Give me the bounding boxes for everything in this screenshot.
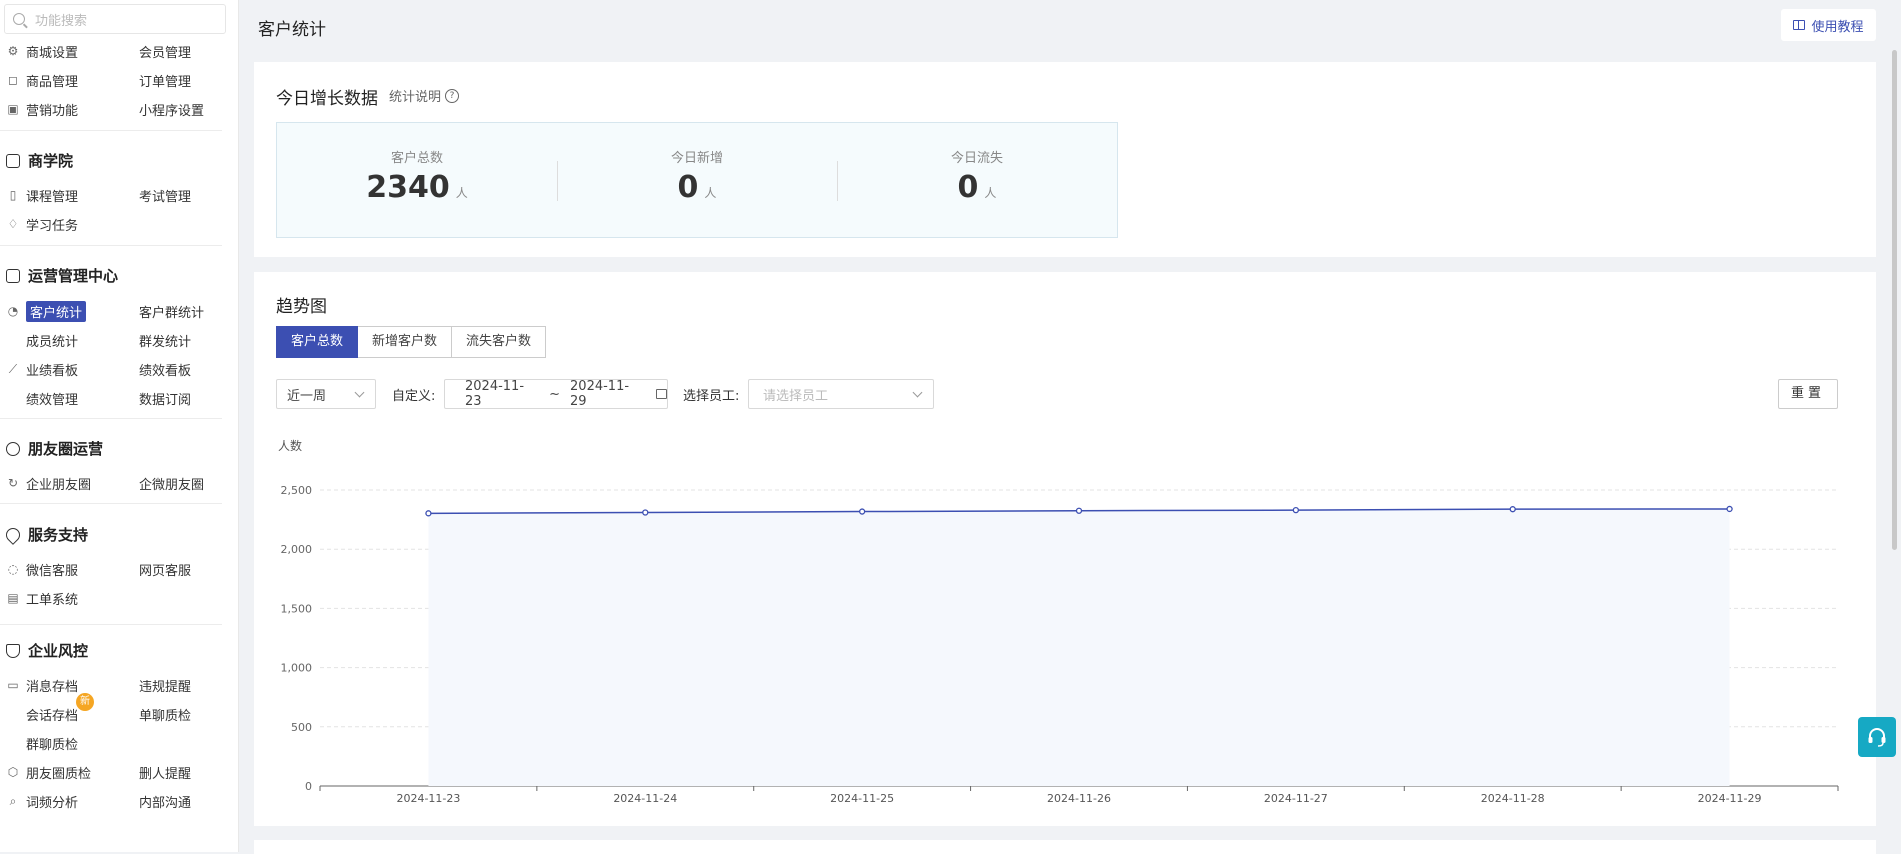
sidebar-item-group-chat-qa[interactable]: 群聊质检	[26, 733, 78, 753]
sidebar-item-delete-alert[interactable]: 删人提醒	[139, 762, 191, 782]
page-title: 客户统计	[258, 20, 326, 40]
sidebar-item-member[interactable]: 会员管理	[139, 41, 191, 61]
sidebar-item-product[interactable]: ◻ 商品管理	[6, 70, 78, 90]
sidebar-item-single-chat-qa[interactable]: 单聊质检	[139, 704, 191, 724]
sidebar-item-customer-stats[interactable]: ◔ 客户统计	[6, 300, 87, 322]
search-small-icon: ⌕	[9, 793, 17, 808]
sliders-icon	[6, 268, 20, 283]
sidebar-item-word-freq[interactable]: ⌕ 词频分析	[6, 791, 78, 811]
sidebar-item-mall-settings[interactable]: ⚙ 商城设置	[6, 41, 78, 61]
chat-icon: ◌	[7, 562, 19, 576]
sidebar-item-performance-board[interactable]: ⟋ 业绩看板	[6, 359, 78, 379]
refresh-icon: ↻	[7, 476, 19, 490]
sidebar-item-study-task[interactable]: ♢ 学习任务	[6, 214, 78, 234]
aperture-icon	[6, 441, 20, 456]
x-tick-label: 2024-11-26	[1047, 792, 1111, 805]
x-tick-label: 2024-11-27	[1264, 792, 1328, 805]
data-point	[425, 510, 432, 517]
sidebar-item-course[interactable]: ▯ 课程管理	[6, 185, 78, 205]
data-point	[858, 508, 866, 515]
sidebar-item-kpi-board[interactable]: 绩效看板	[139, 359, 191, 379]
sidebar-item-kpi-manage[interactable]: 绩效管理	[26, 388, 78, 408]
sidebar-item-group-stats[interactable]: 客户群统计	[139, 301, 204, 321]
sidebar-item-subscription[interactable]: 数据订阅	[139, 388, 191, 408]
sidebar-item-marketing[interactable]: ▣ 营销功能	[6, 99, 78, 119]
data-point	[1509, 506, 1516, 513]
sidebar-item-internal[interactable]: 内部沟通	[139, 791, 191, 811]
book-icon	[1793, 20, 1806, 30]
x-tick-label: 2024-11-29	[1698, 792, 1762, 805]
today-stats-box: 客户总数 2340 人 今日新增 0人 今日流失 0人	[276, 122, 1118, 238]
stat-total: 客户总数 2340 人	[366, 151, 468, 205]
next-card	[254, 840, 1876, 854]
stats-explain-link[interactable]: 统计说明?	[389, 86, 460, 105]
group-title-operations: 运营管理中心	[6, 265, 118, 286]
series-area	[428, 508, 1730, 786]
sidebar: 功能搜索 ⚙ 商城设置 会员管理 ◻ 商品管理 订单管理 ▣ 营销功能 小程序设置 商…	[0, 0, 239, 852]
sidebar-item-mass-stats[interactable]: 群发统计	[139, 330, 191, 350]
x-tick-label: 2024-11-28	[1481, 792, 1545, 805]
customer-support-button[interactable]	[1858, 717, 1896, 757]
search-icon	[13, 13, 25, 25]
y-tick-label: 2,000	[281, 543, 313, 556]
sidebar-item-wechat-service[interactable]: ◌ 微信客服	[6, 559, 78, 579]
group-title-risk: 企业风控	[6, 640, 88, 661]
doc-icon: ▭	[7, 678, 19, 692]
search-placeholder: 功能搜索	[35, 13, 88, 29]
shield-small-icon: ⬡	[7, 765, 19, 779]
group-title-academy: 商学院	[6, 150, 73, 171]
ticket-icon: ▤	[7, 591, 19, 605]
gear-icon: ⚙	[7, 44, 19, 58]
line-chart-icon: ⟋	[8, 361, 18, 376]
data-point	[1292, 506, 1300, 514]
question-icon: ?	[445, 88, 460, 103]
pie-icon: ◔	[7, 304, 19, 318]
sidebar-item-violation[interactable]: 违规提醒	[139, 675, 191, 695]
data-point	[1726, 505, 1733, 513]
x-tick-label: 2024-11-25	[830, 792, 894, 805]
trend-card: 趋势图 客户总数 新增客户数 流失客户数 近一周 自定义: 2024-11-23…	[254, 272, 1876, 826]
heart-icon	[3, 524, 23, 545]
stat-lost: 今日流失 0人	[950, 151, 1003, 205]
today-title: 今日增长数据	[276, 89, 378, 109]
group-title-service: 服务支持	[3, 524, 88, 545]
y-tick-label: 1,000	[281, 662, 313, 675]
y-tick-label: 0	[305, 780, 312, 793]
headset-icon	[1868, 728, 1886, 747]
shield-icon	[6, 643, 20, 658]
file-icon: ▯	[9, 188, 17, 202]
sidebar-item-member-stats[interactable]: 成员统计	[26, 330, 78, 350]
stat-new: 今日新增 0人	[670, 151, 723, 205]
sidebar-item-order[interactable]: 订单管理	[139, 70, 191, 90]
sidebar-item-enterprise-moments[interactable]: ↻ 企业朋友圈	[6, 473, 91, 493]
y-tick-label: 2,500	[281, 484, 313, 497]
x-tick-label: 2024-11-24	[613, 792, 677, 805]
help-tutorial-button[interactable]: 使用教程	[1781, 9, 1876, 41]
data-point	[642, 509, 649, 516]
trend-chart: 人数 0 500 1,000 1,500 2,000 2,500 2024-11-23 2024…	[278, 438, 1839, 805]
gift-icon: ▣	[7, 102, 19, 116]
group-title-moments: 朋友圈运营	[6, 438, 103, 459]
sidebar-item-web-service[interactable]: 网页客服	[139, 559, 191, 579]
y-tick-label: 1,500	[281, 602, 313, 615]
y-axis-label: 人数	[278, 438, 302, 453]
sidebar-item-ticket[interactable]: ▤ 工单系统	[6, 588, 78, 608]
search-input[interactable]: 功能搜索	[4, 4, 226, 34]
sidebar-item-wecom-moments[interactable]: 企微朋友圈	[139, 473, 204, 493]
x-tick-label: 2024-11-23	[396, 792, 460, 805]
sidebar-item-miniprogram[interactable]: 小程序设置	[139, 99, 204, 119]
sidebar-item-msg-archive[interactable]: ▭ 消息存档	[6, 675, 78, 695]
sidebar-item-session-archive[interactable]: 会话存档	[26, 704, 78, 724]
bag-icon: ◻	[8, 73, 18, 87]
y-tick-label: 500	[291, 721, 312, 734]
sidebar-item-exam[interactable]: 考试管理	[139, 185, 191, 205]
sidebar-item-moments-qa[interactable]: ⬡ 朋友圈质检	[6, 762, 91, 782]
data-point	[1075, 507, 1083, 514]
bulb-icon: ♢	[7, 217, 19, 231]
book-icon	[6, 153, 20, 168]
scrollbar-thumb[interactable]	[1892, 50, 1897, 550]
today-growth-card: 今日增长数据 统计说明? 客户总数 2340 人 今日新增 0人 今日流失 0人	[254, 62, 1876, 257]
new-badge: 新	[76, 693, 94, 711]
